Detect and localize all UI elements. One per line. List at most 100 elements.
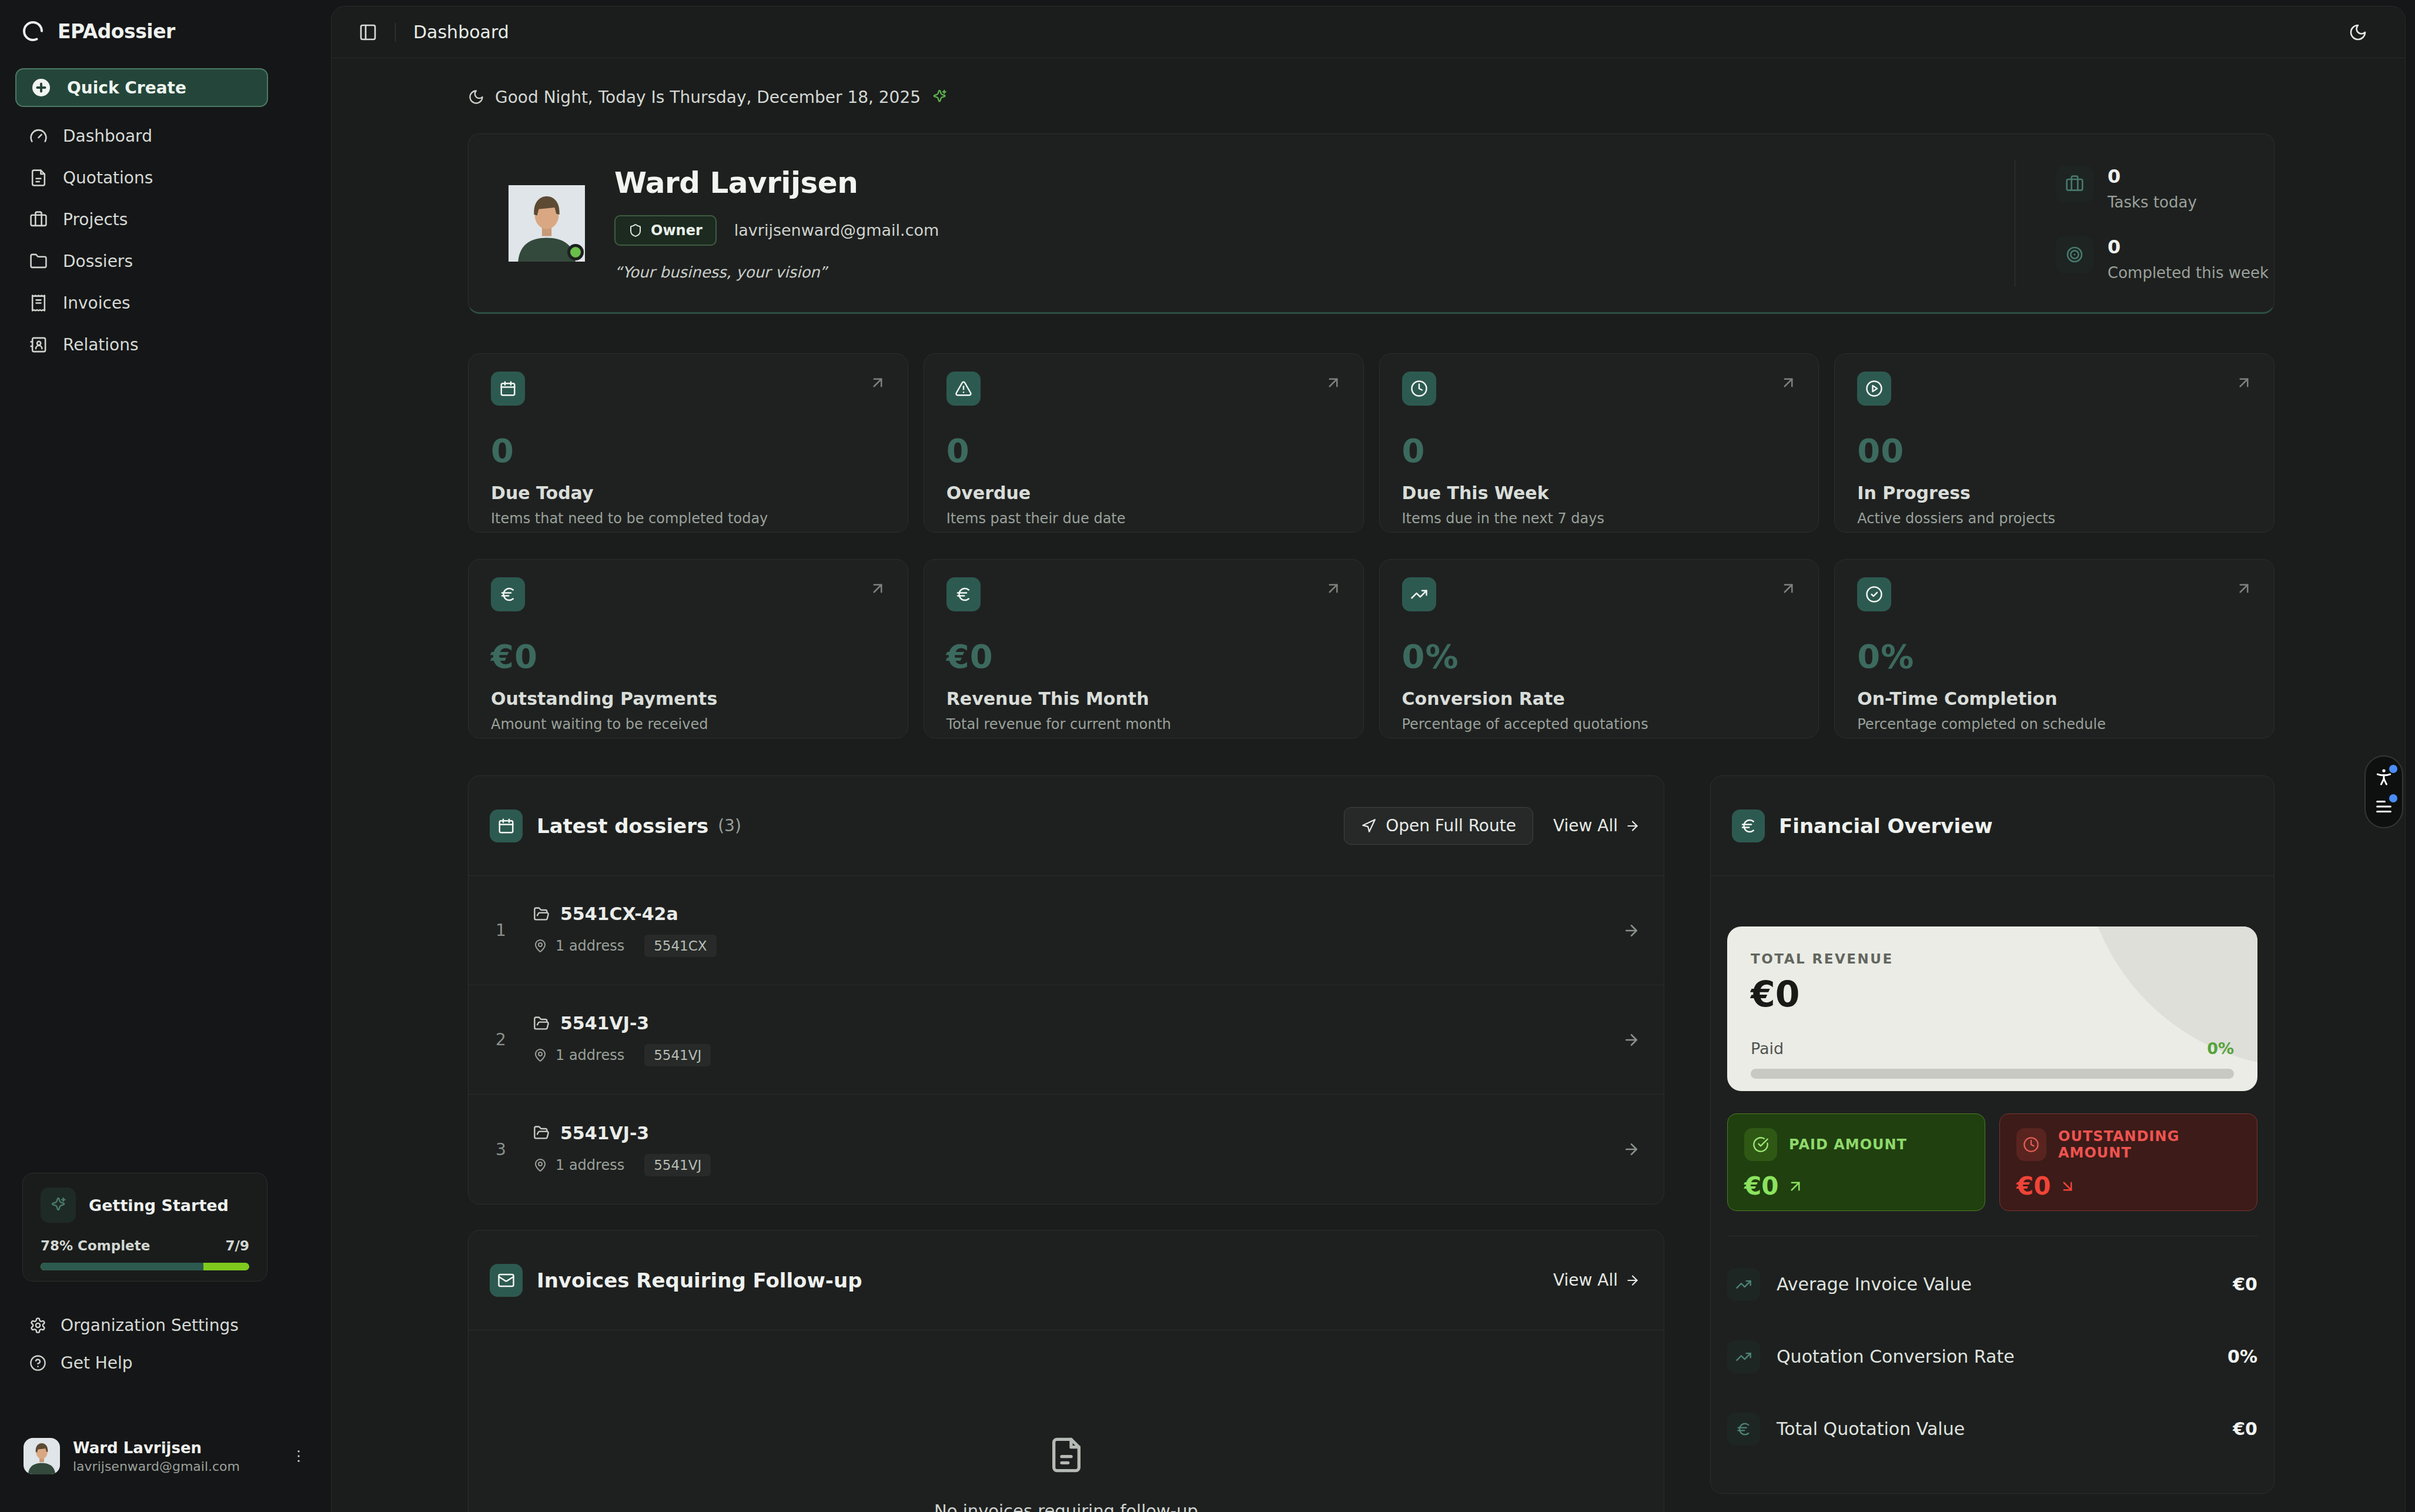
gauge-icon bbox=[29, 127, 48, 145]
tasks-today-value: 0 bbox=[2108, 165, 2197, 188]
sidebar-item-get-help[interactable]: Get Help bbox=[15, 1344, 268, 1381]
map-pin-icon bbox=[533, 1048, 547, 1062]
dossier-name: 5541VJ-3 bbox=[560, 1013, 649, 1033]
arrow-right-icon bbox=[1623, 1140, 1640, 1158]
briefcase-icon bbox=[29, 210, 48, 229]
shield-icon bbox=[628, 223, 643, 237]
avatar bbox=[509, 185, 585, 262]
sidebar-item-dashboard[interactable]: Dashboard bbox=[15, 115, 268, 157]
sidebar-item-projects[interactable]: Projects bbox=[15, 199, 268, 240]
user-menu[interactable]: Ward Lavrijsen lavrijsenward@gmail.com bbox=[15, 1430, 315, 1483]
dossier-index: 3 bbox=[469, 1140, 533, 1159]
stat-card-conversion-rate[interactable]: 0% Conversion Rate Percentage of accepte… bbox=[1379, 559, 1819, 738]
getting-started-title: Getting Started bbox=[89, 1196, 229, 1215]
stat-card-overdue[interactable]: 0 Overdue Items past their due date bbox=[924, 353, 1364, 533]
sidebar-item-label: Quotations bbox=[63, 168, 153, 188]
theme-toggle-icon[interactable] bbox=[2349, 23, 2367, 42]
dossiers-view-all-link[interactable]: View All bbox=[1553, 816, 1640, 835]
invoices-followup-panel: Invoices Requiring Follow-up View All No… bbox=[468, 1230, 1664, 1512]
getting-started-card[interactable]: Getting Started 78% Complete 7/9 bbox=[22, 1173, 267, 1282]
invoices-view-all-link[interactable]: View All bbox=[1553, 1270, 1640, 1290]
accessibility-icon[interactable] bbox=[2374, 767, 2394, 787]
arrow-up-right-icon bbox=[1780, 580, 1797, 597]
paid-amount-value: €0 bbox=[1744, 1172, 1778, 1200]
stat-card-in-progress[interactable]: 00 In Progress Active dossiers and proje… bbox=[1834, 353, 2274, 533]
dossier-row[interactable]: 3 5541VJ-3 1 address 5541VJ bbox=[469, 1095, 1664, 1204]
sidebar-item-dossiers[interactable]: Dossiers bbox=[15, 240, 268, 282]
stat-value: 0% bbox=[1857, 637, 2252, 675]
trending-up-icon bbox=[1735, 1349, 1752, 1365]
stat-subtitle: Total revenue for current month bbox=[946, 716, 1341, 732]
stat-value: 00 bbox=[1857, 431, 2252, 470]
stat-subtitle: Items due in the next 7 days bbox=[1402, 510, 1797, 527]
stat-card-due-this-week[interactable]: 0 Due This Week Items due in the next 7 … bbox=[1379, 353, 1819, 533]
alert-triangle-icon bbox=[955, 380, 972, 397]
view-all-label: View All bbox=[1553, 816, 1618, 835]
metric-label: Average Invoice Value bbox=[1777, 1274, 1972, 1294]
metric-label: Quotation Conversion Rate bbox=[1777, 1346, 2015, 1367]
sidebar-item-organization-settings[interactable]: Organization Settings bbox=[15, 1306, 268, 1344]
financial-overview-panel: Financial Overview TOTAL REVENUE €0 Paid… bbox=[1710, 775, 2274, 1494]
notification-dot bbox=[2389, 794, 2397, 802]
page-title: Dashboard bbox=[413, 22, 509, 42]
map-pin-icon bbox=[533, 939, 547, 953]
sidebar-item-relations[interactable]: Relations bbox=[15, 324, 268, 366]
main-panel: Dashboard Good Night, Today Is Thursday,… bbox=[331, 6, 2406, 1512]
navigation-icon bbox=[1361, 818, 1376, 834]
open-full-route-label: Open Full Route bbox=[1386, 816, 1516, 835]
sidebar-item-label: Dashboard bbox=[63, 126, 152, 146]
paid-progress bbox=[1751, 1069, 2234, 1079]
metric-total-quotation-value: Total Quotation Value €0 bbox=[1727, 1393, 2257, 1465]
total-revenue-value: €0 bbox=[1751, 974, 1800, 1015]
financial-overview-header: Financial Overview bbox=[1711, 776, 2274, 876]
alert-triangle-iconbox bbox=[946, 372, 981, 406]
more-vertical-icon[interactable] bbox=[290, 1448, 307, 1464]
sidebar-toggle-icon[interactable] bbox=[359, 23, 377, 42]
mail-icon bbox=[497, 1272, 515, 1289]
stat-card-due-today[interactable]: 0 Due Today Items that need to be comple… bbox=[468, 353, 908, 533]
total-revenue-label: TOTAL REVENUE bbox=[1751, 951, 1894, 966]
stat-card-on-time-completion[interactable]: 0% On-Time Completion Percentage complet… bbox=[1834, 559, 2274, 738]
outstanding-amount-card: OUTSTANDING AMOUNT €0 bbox=[1999, 1113, 2257, 1211]
folder-open-icon bbox=[533, 1125, 550, 1141]
stat-title: Overdue bbox=[946, 483, 1341, 503]
euro-icon bbox=[1735, 1421, 1752, 1437]
dossier-row[interactable]: 2 5541VJ-3 1 address 5541VJ bbox=[469, 985, 1664, 1095]
profile-quote: “Your business, your vision” bbox=[614, 263, 939, 281]
stat-card-outstanding-payments[interactable]: €0 Outstanding Payments Amount waiting t… bbox=[468, 559, 908, 738]
stat-card-revenue-this-month[interactable]: €0 Revenue This Month Total revenue for … bbox=[924, 559, 1364, 738]
sidebar-item-invoices[interactable]: Invoices bbox=[15, 282, 268, 324]
reading-lines-icon[interactable] bbox=[2374, 797, 2394, 817]
open-full-route-button[interactable]: Open Full Route bbox=[1344, 807, 1533, 845]
sidebar-item-quotations[interactable]: Quotations bbox=[15, 157, 268, 199]
stat-value: 0 bbox=[1402, 431, 1797, 470]
dossier-row[interactable]: 1 5541CX-42a 1 address 5541CX bbox=[469, 876, 1664, 985]
sidebar-item-label: Organization Settings bbox=[61, 1316, 239, 1335]
briefcase-icon bbox=[2065, 175, 2084, 193]
stat-title: Conversion Rate bbox=[1402, 688, 1797, 709]
greeting: Good Night, Today Is Thursday, December … bbox=[468, 86, 2274, 108]
euro-iconbox bbox=[1727, 1413, 1760, 1446]
euro-iconbox bbox=[1732, 809, 1765, 842]
clock-icon bbox=[2023, 1136, 2039, 1153]
dossier-addresses: 1 address bbox=[556, 938, 624, 954]
arrow-up-right-icon bbox=[1787, 1178, 1804, 1195]
role-label: Owner bbox=[651, 222, 703, 239]
arrow-right-icon bbox=[1623, 1031, 1640, 1049]
play-circle-iconbox bbox=[1857, 372, 1891, 406]
arrow-up-right-icon bbox=[2235, 374, 2253, 392]
arrow-right-icon bbox=[1625, 1273, 1640, 1288]
receipt-icon bbox=[29, 294, 48, 312]
clock-iconbox bbox=[2016, 1128, 2046, 1161]
invoices-followup-title: Invoices Requiring Follow-up bbox=[537, 1269, 862, 1292]
quick-create-button[interactable]: Quick Create bbox=[15, 68, 268, 107]
profile-task-stats: 0 Tasks today 0 Completed this week bbox=[2056, 134, 2273, 312]
calendar-iconbox bbox=[491, 372, 525, 406]
profile-info: Ward Lavrijsen Owner lavrijsenward@gmail… bbox=[614, 166, 939, 281]
euro-icon bbox=[955, 586, 972, 603]
completed-week-value: 0 bbox=[2108, 236, 2269, 258]
financial-metrics: Average Invoice Value €0 Quotation Conve… bbox=[1727, 1248, 2257, 1465]
trending-up-iconbox bbox=[1727, 1268, 1760, 1301]
stat-title: Outstanding Payments bbox=[491, 688, 885, 709]
map-pin-icon bbox=[533, 1158, 547, 1172]
